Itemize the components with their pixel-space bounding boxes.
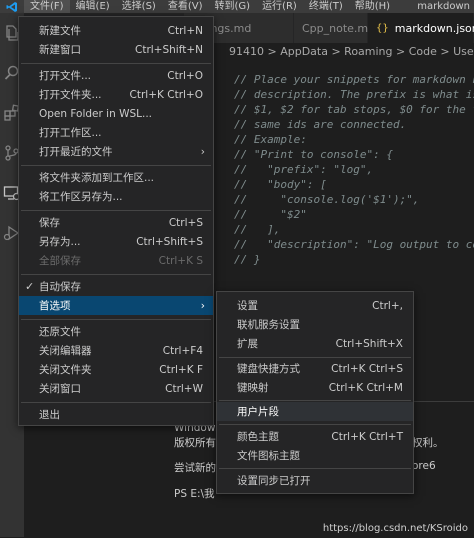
menu-help[interactable]: 帮助(H) bbox=[349, 0, 396, 13]
menu-item-save-workspace-as[interactable]: 将工作区另存为... bbox=[19, 187, 213, 206]
terminal-line: 权利。 bbox=[412, 437, 444, 449]
vscode-logo-icon bbox=[0, 0, 24, 13]
menu-item-new-file[interactable]: 新建文件 Ctrl+N bbox=[19, 21, 213, 40]
code-line: // ], bbox=[234, 223, 281, 236]
menu-item-open-folder[interactable]: 打开文件夹... Ctrl+K Ctrl+O bbox=[19, 85, 213, 104]
menu-item-settings[interactable]: 设置 Ctrl+, bbox=[217, 296, 413, 315]
menu-separator bbox=[21, 210, 211, 211]
tab-cpp-note[interactable]: Cpp_note.md bbox=[294, 13, 375, 43]
menu-item-save[interactable]: 保存 Ctrl+S bbox=[19, 213, 213, 232]
menu-view[interactable]: 查看(V) bbox=[162, 0, 209, 13]
code-line: // "description": "Log output to console bbox=[234, 238, 474, 251]
menu-separator bbox=[21, 402, 211, 403]
menu-item-color-theme[interactable]: 颜色主题 Ctrl+K Ctrl+T bbox=[217, 427, 413, 446]
menu-item-online-services[interactable]: 联机服务设置 bbox=[217, 315, 413, 334]
menu-separator bbox=[219, 400, 411, 401]
menu-item-open-recent[interactable]: 打开最近的文件 › bbox=[19, 142, 213, 161]
code-line: // "body": [ bbox=[234, 178, 327, 191]
menu-item-revert-file[interactable]: 还原文件 bbox=[19, 322, 213, 341]
tab-label: Cpp_note.md bbox=[302, 21, 376, 35]
menu-go[interactable]: 转到(G) bbox=[209, 0, 257, 13]
menu-item-open-file[interactable]: 打开文件... Ctrl+O bbox=[19, 66, 213, 85]
menu-item-file-icon-theme[interactable]: 文件图标主题 bbox=[217, 446, 413, 465]
menu-item-close-window[interactable]: 关闭窗口 Ctrl+W bbox=[19, 379, 213, 398]
menu-separator bbox=[219, 468, 411, 469]
terminal-line: PS E:\我 bbox=[174, 488, 215, 500]
menu-separator bbox=[21, 165, 211, 166]
menu-item-exit[interactable]: 退出 bbox=[19, 405, 213, 424]
menu-separator bbox=[219, 424, 411, 425]
chevron-right-icon: › bbox=[200, 299, 205, 312]
menu-item-auto-save[interactable]: ✓ 自动保存 bbox=[19, 277, 213, 296]
code-line: // Place your snippets for markdown here… bbox=[234, 73, 474, 86]
chevron-right-icon: › bbox=[200, 145, 205, 158]
code-line: // description. The prefix is what is us… bbox=[234, 88, 474, 101]
menu-separator bbox=[21, 319, 211, 320]
menu-item-preferences[interactable]: 首选项 › bbox=[19, 296, 213, 315]
menu-separator bbox=[219, 357, 411, 358]
code-line: // Example: bbox=[234, 133, 307, 146]
menu-item-open-workspace[interactable]: 打开工作区... bbox=[19, 123, 213, 142]
code-line: // "console.log('$1');", bbox=[234, 193, 420, 206]
menu-run[interactable]: 运行(R) bbox=[256, 0, 303, 13]
menu-bar: 文件(F) 编辑(E) 选择(S) 查看(V) 转到(G) 运行(R) 终端(T… bbox=[0, 0, 474, 13]
menu-file[interactable]: 文件(F) bbox=[24, 0, 70, 13]
terminal-line: ore6 bbox=[412, 460, 436, 472]
file-menu: 新建文件 Ctrl+N 新建窗口 Ctrl+Shift+N 打开文件... Ct… bbox=[18, 16, 214, 426]
menu-item-keyboard-shortcuts[interactable]: 键盘快捷方式 Ctrl+K Ctrl+S bbox=[217, 359, 413, 378]
json-file-icon: {} bbox=[376, 22, 389, 34]
breadcrumb-path[interactable]: 91410 > AppData > Roaming > Code > User … bbox=[229, 43, 474, 61]
menu-item-keymaps[interactable]: 键映射 Ctrl+K Ctrl+M bbox=[217, 378, 413, 397]
menu-item-user-snippets[interactable]: 用户片段 bbox=[217, 402, 413, 421]
watermark: https://blog.csdn.net/KSroido bbox=[322, 523, 468, 534]
menu-separator bbox=[21, 63, 211, 64]
menu-item-close-editor[interactable]: 关闭编辑器 Ctrl+F4 bbox=[19, 341, 213, 360]
preferences-submenu: 设置 Ctrl+, 联机服务设置 扩展 Ctrl+Shift+X 键盘快捷方式 … bbox=[216, 291, 414, 494]
menu-item-close-folder[interactable]: 关闭文件夹 Ctrl+K F bbox=[19, 360, 213, 379]
menu-item-save-as[interactable]: 另存为... Ctrl+Shift+S bbox=[19, 232, 213, 251]
tab-label: markdown.json bbox=[394, 21, 474, 35]
menu-item-open-folder-wsl[interactable]: Open Folder in WSL... bbox=[19, 104, 213, 123]
code-line: // "prefix": "log", bbox=[234, 163, 374, 176]
code-line: // same ids are connected. bbox=[234, 118, 407, 131]
code-line: // } bbox=[234, 253, 261, 266]
menu-item-add-folder-to-workspace[interactable]: 将文件夹添加到工作区... bbox=[19, 168, 213, 187]
window-title: markdown bbox=[417, 1, 470, 12]
menu-selection[interactable]: 选择(S) bbox=[116, 0, 162, 13]
menu-separator bbox=[21, 274, 211, 275]
check-icon: ✓ bbox=[25, 280, 35, 293]
menu-item-extensions[interactable]: 扩展 Ctrl+Shift+X bbox=[217, 334, 413, 353]
code-line: // $1, $2 for tab stops, $0 for the fina… bbox=[234, 103, 474, 116]
code-line: // "$2" bbox=[234, 208, 307, 221]
tab-markdown-json[interactable]: {} markdown.json bbox=[368, 13, 474, 43]
menu-terminal[interactable]: 终端(T) bbox=[303, 0, 349, 13]
terminal-line: 尝试新的 bbox=[174, 462, 216, 474]
menu-item-save-all[interactable]: 全部保存 Ctrl+K S bbox=[19, 251, 213, 270]
menu-edit[interactable]: 编辑(E) bbox=[70, 0, 116, 13]
code-line: // "Print to console": { bbox=[234, 148, 393, 161]
menu-item-new-window[interactable]: 新建窗口 Ctrl+Shift+N bbox=[19, 40, 213, 59]
menu-item-settings-sync[interactable]: 设置同步已打开 bbox=[217, 471, 413, 490]
terminal-line: 版权所有 bbox=[174, 437, 216, 449]
